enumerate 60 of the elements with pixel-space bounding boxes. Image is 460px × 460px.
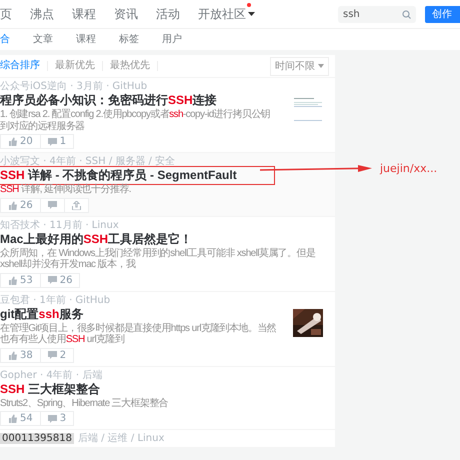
search-field[interactable]: ssh bbox=[338, 6, 416, 22]
annotation-text: juejin/xx... bbox=[380, 161, 438, 177]
article-title[interactable]: Mac上最好用的SSH工具居然是它！ bbox=[0, 232, 329, 246]
article-title[interactable]: git配置ssh服务 bbox=[0, 306, 279, 322]
article-meta: 小波写文 · 4年前 · SSH / 服务器 / 安全 bbox=[0, 156, 176, 167]
tab[interactable]: 合 bbox=[0, 32, 10, 47]
tab[interactable]: 课程 bbox=[76, 32, 96, 47]
article-meta: 知否技术 · 11月前 · Linux bbox=[0, 220, 119, 230]
thumbs-up-icon bbox=[8, 350, 17, 360]
sort-option[interactable]: 最新优先 bbox=[48, 61, 103, 71]
comment-button[interactable]: 3 bbox=[40, 411, 74, 426]
nav-link[interactable]: 页 bbox=[0, 5, 12, 23]
sort-option[interactable]: 最热优先 bbox=[103, 61, 158, 71]
article-meta: 豆包君 · 1年前 · GitHub bbox=[0, 294, 110, 306]
comment-icon bbox=[48, 276, 57, 284]
comment-button[interactable]: 26 bbox=[40, 272, 80, 288]
thumbs-up-icon bbox=[8, 200, 17, 210]
thumbs-up-icon bbox=[8, 276, 17, 284]
nav-link[interactable]: 开放社区 bbox=[198, 5, 255, 23]
article-title[interactable]: 程序员必备小知识：免密码进行SSH连接 bbox=[0, 93, 279, 108]
tab[interactable]: 标签 bbox=[119, 32, 139, 47]
time-filter-dropdown[interactable]: 时间不限 bbox=[270, 56, 329, 76]
comment-icon bbox=[48, 201, 57, 209]
document-thumbnail bbox=[293, 95, 323, 123]
article-meta: Gopher · 4年前 · 后端 bbox=[0, 370, 102, 380]
article-excerpt: 在管理Git项目上，很多时候都是直接使用https url克隆到本地。当然也有有些人使用SSH url克隆到 bbox=[0, 322, 278, 346]
article-meta: 后端 / 运维 / Linux bbox=[78, 433, 164, 444]
search-icon bbox=[402, 10, 411, 18]
article-excerpt: 众所周知，在 Windows上我们经常用到的shell工具可能非 xshell莫属了。但是xshell却并没有开发mac 版本，我 bbox=[0, 248, 316, 270]
thumbs-up-icon bbox=[8, 137, 17, 146]
comment-button[interactable] bbox=[40, 198, 65, 212]
like-button[interactable]: 20 bbox=[0, 134, 41, 149]
share-icon bbox=[72, 200, 81, 210]
comment-icon bbox=[48, 351, 57, 359]
nav-link[interactable]: 沸点 bbox=[30, 5, 54, 23]
like-button[interactable]: 53 bbox=[0, 272, 41, 288]
create-button[interactable]: 创作 bbox=[425, 6, 460, 22]
article-excerpt: Struts2、Spring、Hibernate 三大框架整合 bbox=[0, 398, 170, 409]
comment-button[interactable]: 1 bbox=[40, 134, 74, 149]
like-button[interactable]: 38 bbox=[0, 348, 41, 362]
nav-link[interactable]: 活动 bbox=[156, 5, 180, 23]
tab[interactable]: 用户 bbox=[162, 32, 182, 47]
tooltip: 00011395818 bbox=[0, 433, 74, 444]
comment-button[interactable]: 2 bbox=[40, 348, 74, 362]
nav-link[interactable]: 课程 bbox=[72, 5, 96, 23]
article-excerpt: 1. 创建rsa 2. 配置config 2.使用pbcopy或者ssh-copy-id进行拷贝公钥到对应的远程服务器 bbox=[0, 109, 272, 132]
like-button[interactable]: 26 bbox=[0, 198, 41, 212]
comment-icon bbox=[48, 414, 57, 422]
thumbs-up-icon bbox=[8, 414, 17, 423]
article-title[interactable]: SSH 详解 - 不挑食的程序员 - SegmentFault bbox=[0, 168, 273, 183]
nav-link[interactable]: 资讯 bbox=[114, 5, 138, 23]
tab[interactable]: 文章 bbox=[33, 32, 53, 47]
share-button[interactable] bbox=[64, 198, 89, 212]
like-button[interactable]: 54 bbox=[0, 411, 41, 426]
caret-icon bbox=[318, 64, 324, 68]
article-excerpt: SSH 详解, 延伸阅读也十分推荐. bbox=[0, 184, 132, 196]
sort-option[interactable]: 综合排序 bbox=[0, 61, 48, 71]
comment-icon bbox=[48, 138, 57, 146]
article-meta: 公众号iOS逆向 · 3月前 · GitHub bbox=[0, 81, 148, 92]
article-title[interactable]: SSH 三大框架整合 bbox=[0, 382, 329, 396]
